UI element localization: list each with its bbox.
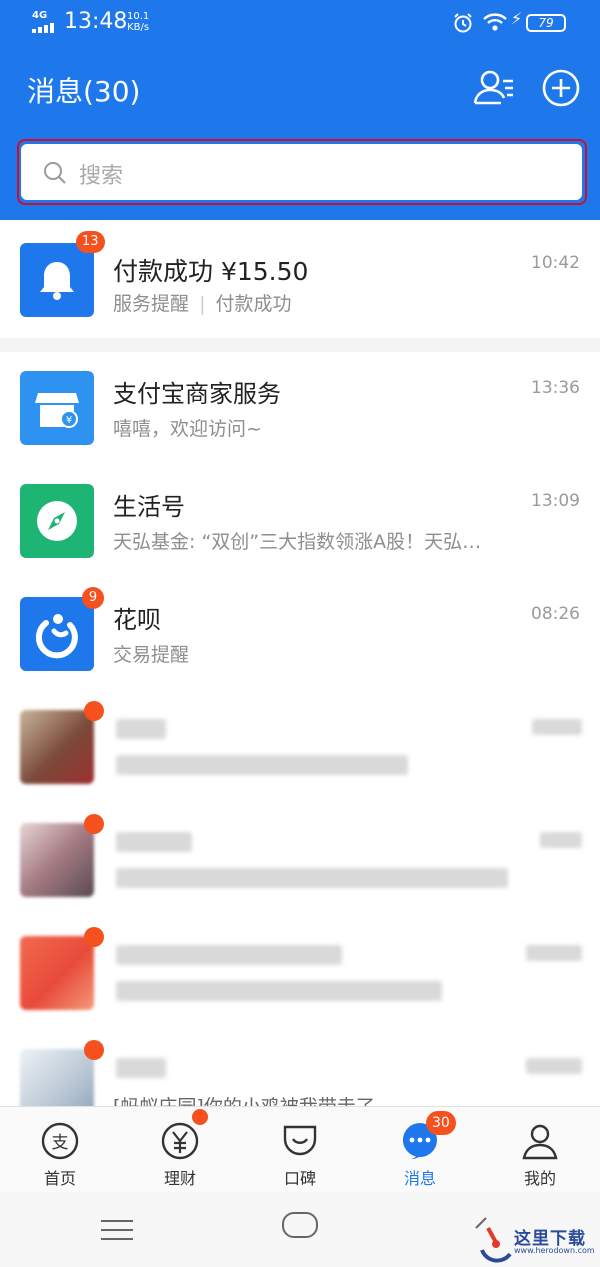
avatar bbox=[20, 710, 94, 784]
tab-label: 首页 bbox=[43, 1169, 76, 1188]
app-header: 4G 13:48 10.1 KB/s ⚡ 79 消息(30) 搜索 bbox=[0, 0, 600, 220]
tab-wealth[interactable]: 理财 bbox=[120, 1107, 240, 1193]
message-item-huabei[interactable]: 9 花呗 交易提醒 08:26 bbox=[0, 578, 600, 692]
message-time: 10:42 bbox=[531, 253, 580, 273]
huabei-icon bbox=[35, 614, 78, 659]
search-icon bbox=[44, 162, 66, 184]
network-type: 4G bbox=[32, 10, 48, 21]
message-time: 13:09 bbox=[531, 491, 580, 511]
unread-badge: 30 bbox=[426, 1111, 456, 1135]
blurred-time bbox=[540, 832, 582, 848]
tab-mine[interactable]: 我的 bbox=[480, 1107, 600, 1193]
alipay-icon: 支 bbox=[41, 1122, 79, 1160]
speed-value: 10.1 bbox=[127, 11, 150, 22]
message-title: 支付宝商家服务 bbox=[113, 380, 281, 408]
compass-icon bbox=[37, 501, 77, 541]
tab-messages[interactable]: 30 消息 bbox=[360, 1107, 480, 1193]
contacts-button[interactable] bbox=[472, 67, 516, 109]
blurred-title bbox=[116, 945, 342, 965]
message-item-blurred[interactable] bbox=[0, 691, 600, 805]
bottom-tab-bar: 支 首页 理财 口碑 30 消息 我的 bbox=[0, 1106, 600, 1192]
avatar: ¥ bbox=[20, 371, 94, 445]
alarm-icon bbox=[454, 13, 472, 33]
subtitle-detail: 付款成功 bbox=[215, 293, 292, 315]
tab-label: 我的 bbox=[523, 1169, 556, 1188]
avatar bbox=[20, 823, 94, 897]
unread-dot bbox=[84, 1040, 104, 1060]
message-subtitle: 天弘基金: “双创”三大指数领涨A股！天弘… bbox=[113, 531, 482, 553]
blurred-subtitle bbox=[116, 868, 508, 888]
page-title: 消息(30) bbox=[27, 75, 141, 108]
add-button[interactable] bbox=[540, 67, 582, 109]
user-icon bbox=[522, 1124, 558, 1160]
avatar bbox=[20, 936, 94, 1010]
message-subtitle: 嘻嘻，欢迎访问~ bbox=[113, 418, 262, 440]
message-title: 生活号 bbox=[113, 493, 185, 521]
message-title: 花呗 bbox=[113, 606, 161, 634]
message-item-blurred[interactable] bbox=[0, 917, 600, 1031]
unread-dot bbox=[84, 927, 104, 947]
watermark-logo bbox=[480, 1227, 512, 1263]
tab-label: 口碑 bbox=[283, 1169, 316, 1188]
shop-icon: ¥ bbox=[35, 393, 79, 428]
battery-level: 79 bbox=[526, 14, 566, 32]
message-item-merchant[interactable]: ¥ 支付宝商家服务 嘻嘻，欢迎访问~ 13:36 bbox=[0, 352, 600, 466]
tab-koubei[interactable]: 口碑 bbox=[240, 1107, 360, 1193]
blurred-time bbox=[532, 719, 582, 735]
message-time: 13:36 bbox=[531, 378, 580, 398]
status-bar: 4G 13:48 10.1 KB/s ⚡ 79 bbox=[0, 0, 600, 50]
blurred-subtitle bbox=[116, 981, 442, 1001]
tab-label: 理财 bbox=[163, 1169, 196, 1188]
bell-icon bbox=[40, 262, 74, 300]
wifi-icon bbox=[483, 13, 507, 31]
search-input[interactable]: 搜索 bbox=[21, 144, 582, 200]
svg-text:支: 支 bbox=[52, 1133, 69, 1153]
charging-icon: ⚡ bbox=[511, 9, 523, 28]
status-time: 13:48 bbox=[64, 9, 128, 34]
unread-dot bbox=[84, 701, 104, 721]
blurred-time bbox=[526, 1058, 582, 1074]
watermark: 这里下载 www.herodown.com bbox=[472, 1218, 600, 1267]
watermark-url: www.herodown.com bbox=[514, 1246, 595, 1255]
message-subtitle: 服务提醒 | 付款成功 bbox=[113, 293, 292, 315]
speed-unit: KB/s bbox=[127, 22, 150, 33]
avatar bbox=[20, 243, 94, 317]
unread-badge: 9 bbox=[82, 587, 104, 609]
yen-icon bbox=[161, 1122, 199, 1160]
tab-home[interactable]: 支 首页 bbox=[0, 1107, 120, 1193]
message-subtitle: 交易提醒 bbox=[113, 644, 190, 666]
unread-badge: 13 bbox=[76, 231, 105, 253]
blurred-title bbox=[116, 832, 192, 852]
unread-dot bbox=[192, 1109, 208, 1125]
signal-icon bbox=[32, 23, 56, 33]
unread-dot bbox=[84, 814, 104, 834]
network-speed: 10.1 KB/s bbox=[127, 11, 149, 33]
message-item-payment[interactable]: 13 付款成功 ¥15.50 服务提醒 | 付款成功 10:42 bbox=[0, 220, 600, 338]
avatar bbox=[20, 597, 94, 671]
blurred-time bbox=[526, 945, 582, 961]
message-item-life[interactable]: 生活号 天弘基金: “双创”三大指数领涨A股！天弘… 13:09 bbox=[0, 465, 600, 579]
search-placeholder: 搜索 bbox=[79, 164, 124, 189]
blurred-subtitle bbox=[116, 755, 408, 775]
menu-icon[interactable] bbox=[101, 1220, 133, 1240]
blurred-title bbox=[116, 719, 166, 739]
section-gap bbox=[0, 338, 600, 352]
home-icon[interactable] bbox=[282, 1212, 318, 1238]
avatar bbox=[20, 484, 94, 558]
svg-text:¥: ¥ bbox=[66, 415, 72, 426]
message-time: 08:26 bbox=[531, 604, 580, 624]
tab-label: 消息 bbox=[403, 1169, 436, 1188]
message-title: 付款成功 ¥15.50 bbox=[113, 257, 309, 286]
koubei-icon bbox=[283, 1125, 317, 1156]
blurred-title bbox=[116, 1058, 166, 1078]
message-item-blurred[interactable] bbox=[0, 804, 600, 918]
message-item-partial[interactable]: [蚂蚁庄园]你的小鸡被我带走了 bbox=[0, 1030, 600, 1123]
subtitle-source: 服务提醒 bbox=[113, 293, 190, 315]
